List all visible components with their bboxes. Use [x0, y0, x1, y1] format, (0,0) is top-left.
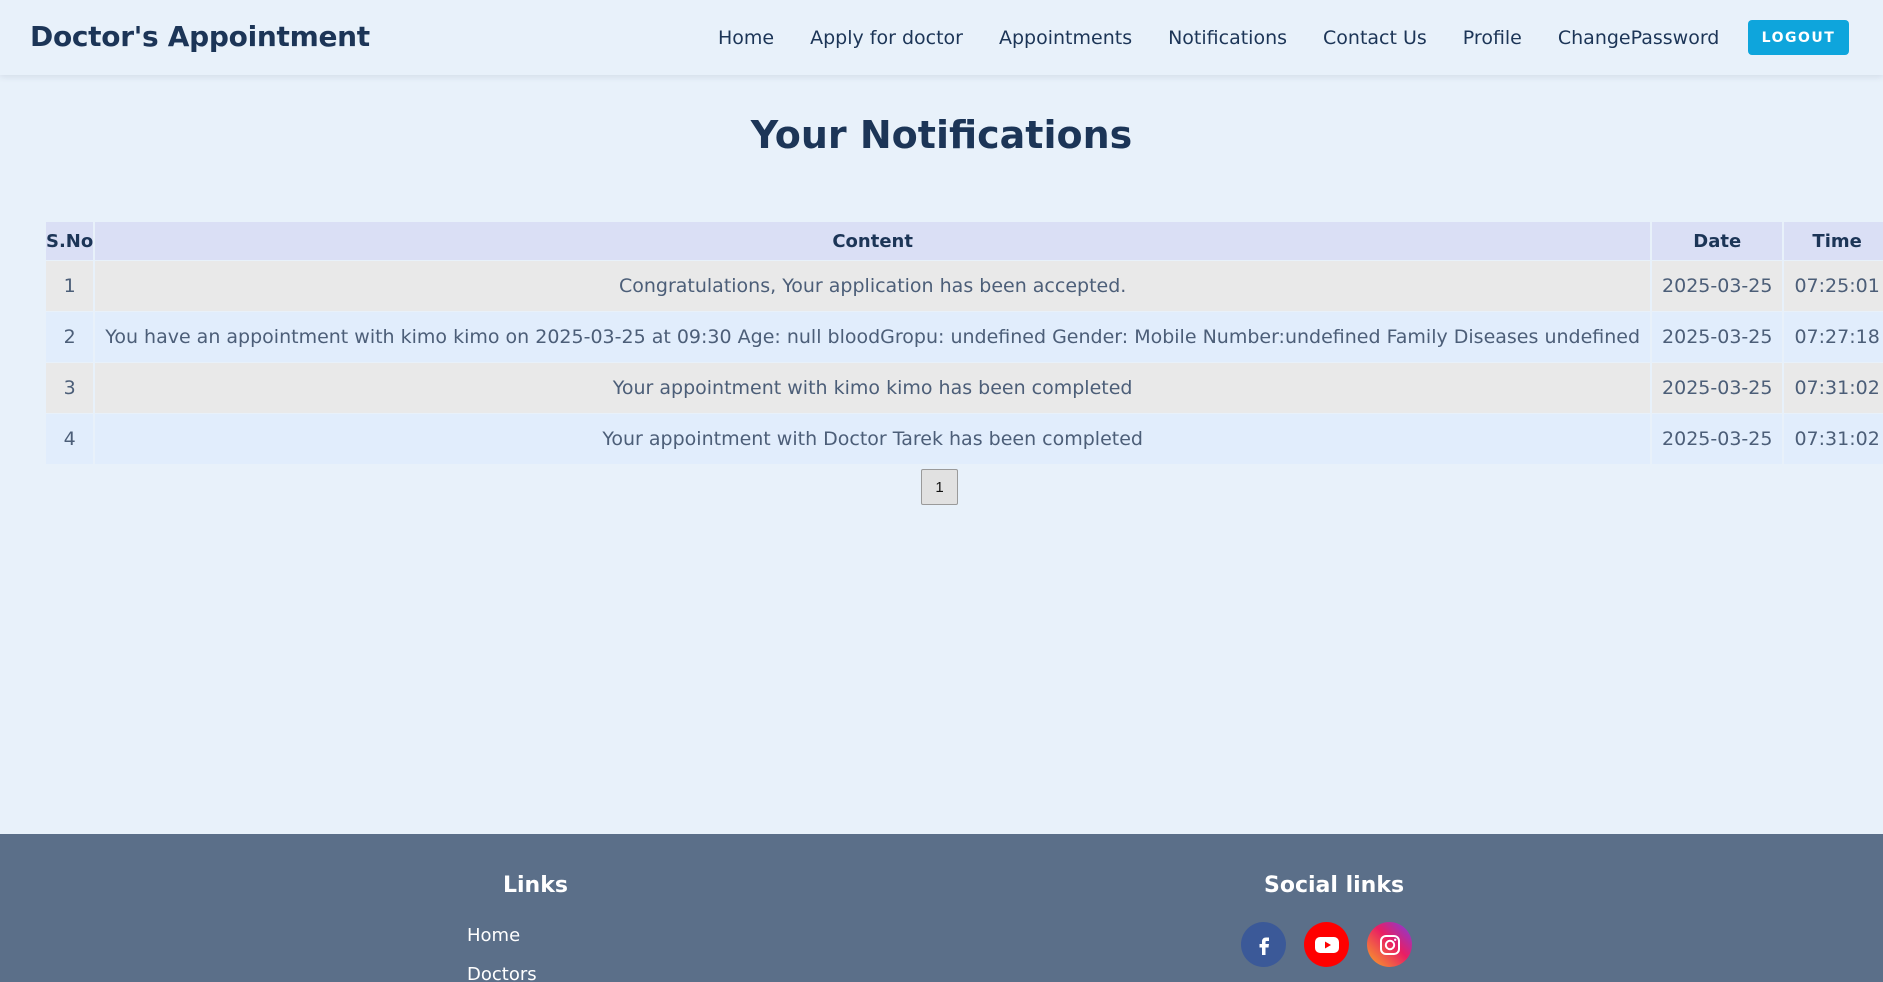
- instagram-icon[interactable]: [1367, 922, 1412, 967]
- cell-time: 07:31:02: [1784, 363, 1883, 413]
- instagram-glyph: [1379, 934, 1400, 955]
- youtube-glyph: [1314, 936, 1339, 953]
- social-links-title: Social links: [1264, 873, 1405, 898]
- cell-sno: 2: [46, 312, 94, 362]
- nav-change-password[interactable]: ChangePassword: [1558, 27, 1720, 49]
- nav-home[interactable]: Home: [718, 27, 774, 49]
- footer-link-home[interactable]: Home: [467, 925, 520, 946]
- cell-date: 2025-03-25: [1652, 414, 1783, 464]
- facebook-glyph: [1259, 937, 1269, 955]
- nav-notifications[interactable]: Notifications: [1168, 27, 1287, 49]
- cell-date: 2025-03-25: [1652, 261, 1783, 311]
- cell-date: 2025-03-25: [1652, 312, 1783, 362]
- table-row: 1 Congratulations, Your application has …: [46, 261, 1883, 311]
- brand-logo[interactable]: Doctor's Appointment: [30, 20, 370, 53]
- column-header-sno: S.No: [46, 222, 94, 260]
- footer: Links Home Doctors Social links: [0, 834, 1883, 982]
- table-row: 2 You have an appointment with kimo kimo…: [46, 312, 1883, 362]
- cell-sno: 4: [46, 414, 94, 464]
- footer-link-doctors[interactable]: Doctors: [467, 964, 537, 982]
- nav-apply-for-doctor[interactable]: Apply for doctor: [810, 27, 963, 49]
- nav-links: Home Apply for doctor Appointments Notif…: [718, 0, 1755, 75]
- nav-appointments[interactable]: Appointments: [999, 27, 1132, 49]
- notifications-table: S.No Content Date Time 1 Congratulations…: [44, 221, 1883, 465]
- column-header-time: Time: [1784, 222, 1883, 260]
- navbar: Doctor's Appointment Home Apply for doct…: [0, 0, 1883, 75]
- column-header-content: Content: [95, 222, 1651, 260]
- table-header-row: S.No Content Date Time: [46, 222, 1883, 260]
- cell-time: 07:25:01: [1784, 261, 1883, 311]
- table-row: 3 Your appointment with kimo kimo has be…: [46, 363, 1883, 413]
- cell-sno: 3: [46, 363, 94, 413]
- youtube-icon[interactable]: [1304, 922, 1349, 967]
- footer-links-title: Links: [503, 873, 568, 898]
- column-header-date: Date: [1652, 222, 1783, 260]
- nav-profile[interactable]: Profile: [1463, 27, 1522, 49]
- cell-sno: 1: [46, 261, 94, 311]
- cell-content: Congratulations, Your application has be…: [95, 261, 1651, 311]
- page-title: Your Notifications: [750, 113, 1133, 157]
- nav-contact-us[interactable]: Contact Us: [1323, 27, 1427, 49]
- cell-content: You have an appointment with kimo kimo o…: [95, 312, 1651, 362]
- cell-content: Your appointment with kimo kimo has been…: [95, 363, 1651, 413]
- cell-time: 07:27:18: [1784, 312, 1883, 362]
- cell-date: 2025-03-25: [1652, 363, 1783, 413]
- cell-time: 07:31:02: [1784, 414, 1883, 464]
- logout-button[interactable]: LOGOUT: [1748, 20, 1849, 55]
- cell-content: Your appointment with Doctor Tarek has b…: [95, 414, 1651, 464]
- facebook-icon[interactable]: [1241, 922, 1286, 967]
- table-row: 4 Your appointment with Doctor Tarek has…: [46, 414, 1883, 464]
- pagination-page-button[interactable]: 1: [921, 469, 958, 505]
